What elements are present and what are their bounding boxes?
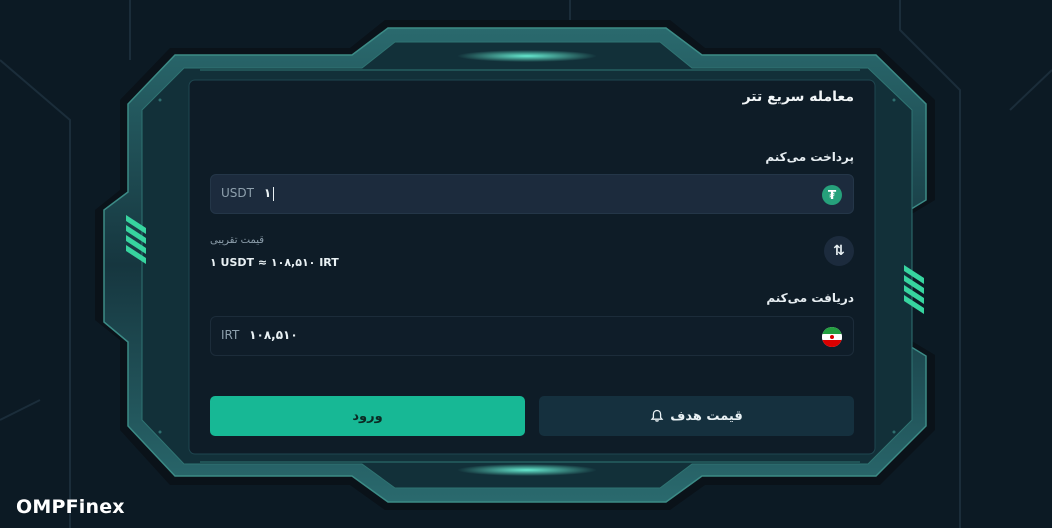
target-price-button[interactable]: قیمت هدف	[539, 396, 854, 436]
pay-label: پرداخت می‌کنم	[765, 150, 854, 164]
iran-flag-icon	[822, 327, 842, 347]
receive-unit: IRT	[221, 328, 240, 342]
panel-title: معامله سریع تتر	[742, 89, 854, 105]
pay-amount-value: USDT ۱	[221, 186, 275, 201]
target-price-label: قیمت هدف	[670, 408, 743, 424]
receive-amount: ۱۰۸,۵۱۰	[249, 328, 298, 342]
pay-amount: ۱	[263, 186, 272, 200]
receive-amount-field[interactable]: IRT ۱۰۸,۵۱۰	[210, 316, 854, 356]
pay-unit: USDT	[221, 186, 254, 200]
receive-amount-value: IRT ۱۰۸,۵۱۰	[221, 328, 298, 342]
tether-icon: ₮	[822, 185, 842, 205]
login-button[interactable]: ورود	[210, 396, 525, 436]
bell-icon	[650, 409, 664, 423]
rate-hint: قیمت تقریبی	[210, 235, 265, 246]
receive-label: دریافت می‌کنم	[766, 291, 854, 305]
text-caret	[273, 186, 275, 201]
ompfinex-logo: OMPFinex	[16, 496, 125, 518]
rate-value: ۱ USDT ≈ ۱۰۸,۵۱۰ IRT	[210, 256, 339, 269]
swap-arrows-icon[interactable]: ⇅	[824, 236, 854, 266]
quick-trade-panel: معامله سریع تتر پرداخت می‌کنم ₮ USDT ۱ ⇅…	[189, 80, 875, 454]
pay-amount-field[interactable]: ₮ USDT ۱	[210, 174, 854, 214]
